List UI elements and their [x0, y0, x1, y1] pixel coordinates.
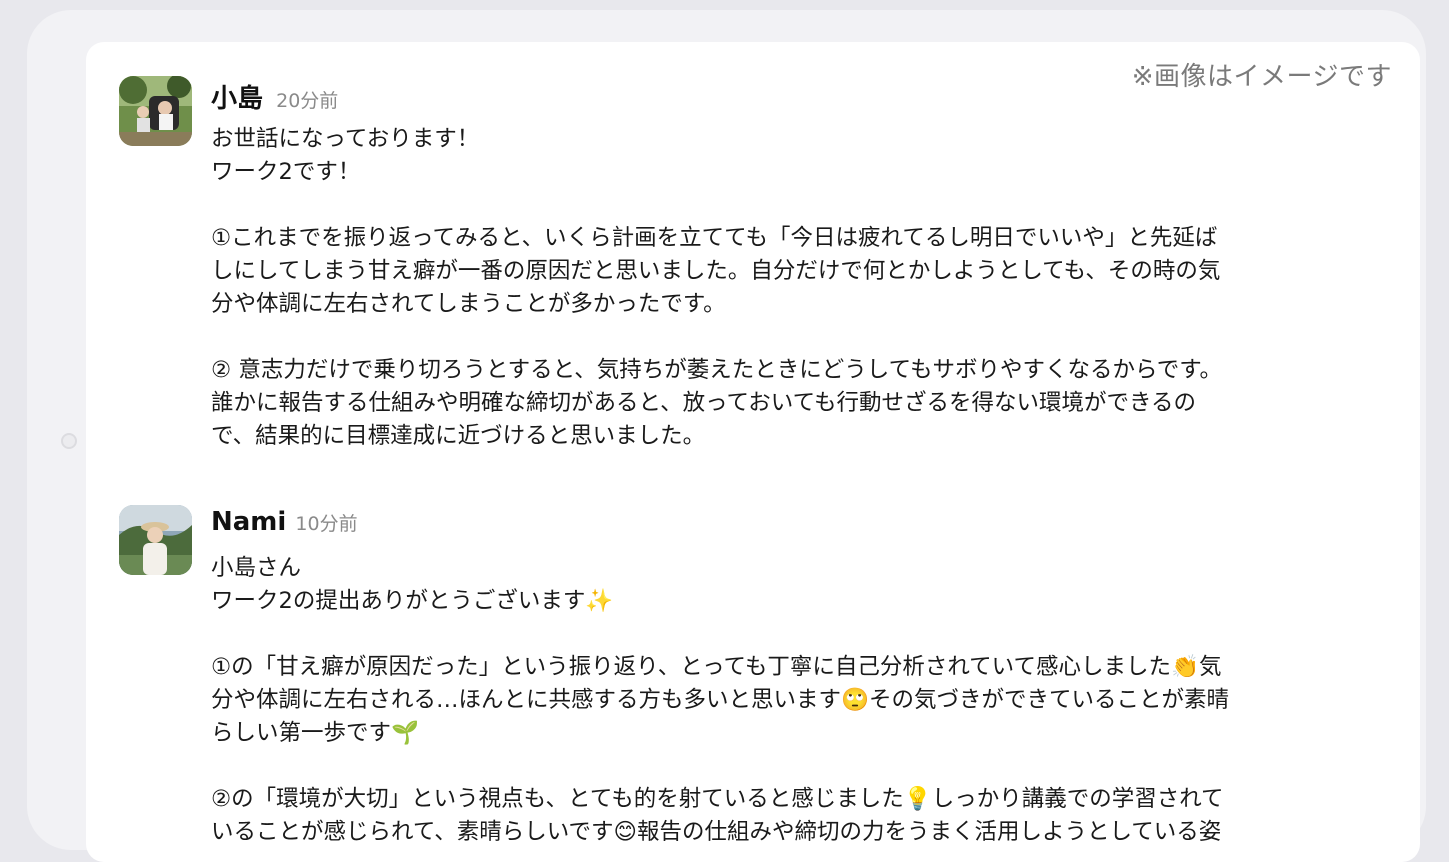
post-line: らしい第一歩です🌱: [211, 720, 420, 746]
post-line: ワーク2です！: [211, 159, 361, 185]
post-line: 分や体調に左右されてしまうことが多かったです。: [211, 291, 726, 317]
post-header: 小島 20分前: [211, 78, 338, 115]
post-line: [211, 618, 1301, 651]
tablet-frame: ※画像はイメージです 小島 20分前 お世話になっております！ ワーク2です！ …: [27, 10, 1426, 862]
image-disclaimer: ※画像はイメージです: [1131, 62, 1392, 92]
post-line: [211, 321, 1301, 354]
post-line: 小島さん: [211, 555, 302, 581]
post-body: 小島さん ワーク2の提出ありがとうございます✨ ①の「甘え癖が原因だった」という…: [211, 552, 1301, 849]
front-camera: [61, 433, 77, 449]
post-line: で、結果的に目標達成に近づけると思いました。: [211, 423, 706, 449]
post-line: [211, 750, 1301, 783]
post-line: 分や体調に左右される…ほんとに共感する方も多いと思います🙄その気づきができている…: [211, 687, 1230, 713]
post-header: Nami 10分前: [211, 507, 358, 537]
post-line: ②の「環境が大切」という視点も、とても的を射ていると感じました💡しっかり講義での…: [211, 786, 1224, 812]
post-line: お世話になっております！: [211, 126, 480, 152]
chat-screen: ※画像はイメージです 小島 20分前 お世話になっております！ ワーク2です！ …: [86, 42, 1420, 862]
post-line: ①の「甘え癖が原因だった」という振り返り、とっても丁寧に自己分析されていて感心し…: [211, 654, 1222, 680]
author-name[interactable]: 小島: [211, 84, 263, 114]
post-time: 10分前: [295, 513, 358, 535]
avatar[interactable]: [119, 505, 192, 575]
post-line: [211, 189, 1301, 222]
author-name[interactable]: Nami: [211, 507, 286, 537]
post-line: いることが感じられて、素晴らしいです😊報告の仕組みや締切の力をうまく活用しようと…: [211, 819, 1222, 845]
post-line: ワーク2の提出ありがとうございます✨: [211, 588, 614, 614]
post-time: 20分前: [276, 90, 339, 112]
avatar[interactable]: [119, 76, 192, 146]
post-line: しにしてしまう甘え癖が一番の原因だと思いました。自分だけで何とかしようとしても、…: [211, 258, 1221, 284]
post-line: ①これまでを振り返ってみると、いくら計画を立てても「今日は疲れてるし明日でいいや…: [211, 225, 1218, 251]
post-body: お世話になっております！ ワーク2です！ ①これまでを振り返ってみると、いくら計…: [211, 123, 1301, 453]
post-line: 誰かに報告する仕組みや明確な締切があると、放っておいても行動せざるを得ない環境が…: [211, 390, 1197, 416]
post-line: ② 意志力だけで乗り切ろうとすると、気持ちが萎えたときにどうしてもサボりやすくな…: [211, 357, 1223, 383]
